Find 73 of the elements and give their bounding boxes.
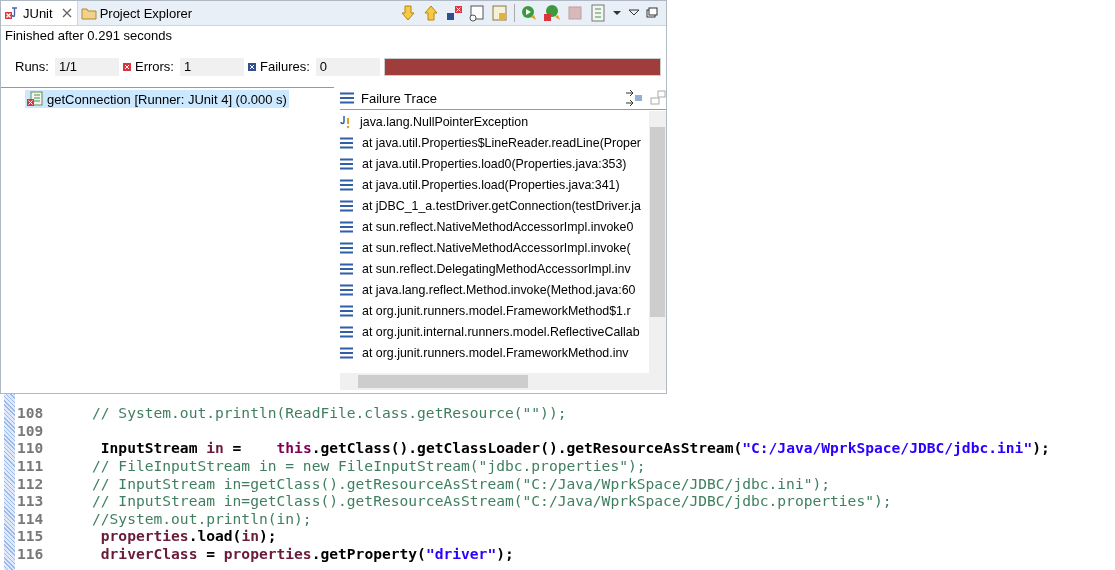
- stack-frame-icon: [340, 178, 354, 191]
- stack-frame-icon: [340, 325, 354, 338]
- trace-line: at sun.reflect.DelegatingMethodAccessorImpl.inv: [362, 261, 631, 276]
- close-icon[interactable]: [61, 8, 72, 18]
- line-number: 112: [17, 474, 45, 492]
- stack-frame-icon: [340, 304, 354, 317]
- dropdown-caret-icon[interactable]: [612, 8, 622, 18]
- rerun-icon[interactable]: [520, 4, 538, 22]
- trace-line: at org.junit.runners.model.FrameworkMethod.inv: [362, 345, 629, 360]
- line-number: 109: [17, 421, 45, 439]
- counter-value: 1: [179, 57, 244, 76]
- stack-frame-icon: [340, 262, 354, 275]
- trace-line: java.lang.NullPointerException: [360, 114, 529, 129]
- minimize-icon[interactable]: [646, 7, 658, 19]
- code-line: // FileInputStream in = new FileInputStream("jdbc.properties");: [92, 457, 646, 475]
- stop-icon[interactable]: [566, 4, 584, 22]
- junit-error-icon: [4, 5, 20, 21]
- line-number: 110: [17, 439, 45, 457]
- folder-icon: [80, 5, 97, 21]
- counter-label: Runs:: [15, 59, 49, 74]
- trace-line: at java.util.Properties.load0(Properties.java:353): [362, 156, 627, 171]
- test-item[interactable]: getConnection [Runner: JUnit 4] (0.000 s): [25, 90, 289, 108]
- stack-frame-icon: [340, 157, 354, 170]
- stack-frame-icon: [340, 199, 354, 212]
- trace-line: at jDBC_1_a.testDriver.getConnection(testDriver.ja: [362, 198, 641, 213]
- trace-line: at org.junit.internal.runners.model.ReflectiveCallab: [362, 324, 640, 339]
- stack-frame-icon: [340, 241, 354, 254]
- counter-label: Errors:: [134, 59, 174, 74]
- line-number: 114: [17, 509, 45, 527]
- error-icon: [122, 62, 131, 71]
- stack-frame-icon: [340, 220, 354, 233]
- test-error-icon: [27, 91, 43, 107]
- line-number: 108: [17, 404, 45, 422]
- vertical-scrollbar[interactable]: [649, 111, 666, 373]
- stack-icon: [340, 92, 354, 104]
- previous-failure-icon[interactable]: [422, 4, 440, 22]
- view-tab[interactable]: JUnit: [1, 1, 78, 25]
- code-line: driverClass = properties.getProperty("driver");: [99, 545, 514, 563]
- stack-frame-icon: [340, 136, 354, 149]
- line-number: 113: [17, 492, 45, 510]
- line-number: 116: [17, 545, 45, 563]
- status-text: Finished after 0.291 seconds: [4, 27, 173, 45]
- filter-stack-icon[interactable]: [625, 90, 643, 106]
- trace-line: at sun.reflect.NativeMethodAccessorImpl.invoke0: [362, 219, 634, 234]
- exception-icon: [340, 114, 352, 129]
- counter-label: Failures:: [259, 59, 310, 74]
- code-line: properties.load(in);: [99, 527, 277, 545]
- counter-value: 0: [315, 57, 380, 76]
- trace-line: at sun.reflect.NativeMethodAccessorImpl.invoke(: [362, 240, 631, 255]
- trace-line: at org.junit.runners.model.FrameworkMethod$1.r: [362, 303, 631, 318]
- trace-line: at java.lang.reflect.Method.invoke(Method.java:60: [362, 282, 636, 297]
- code-line: // System.out.println(ReadFile.class.getResource(""));: [92, 404, 567, 422]
- next-failure-icon[interactable]: [399, 4, 417, 22]
- failure-trace-title: Failure Trace: [361, 90, 437, 106]
- line-number: 111: [17, 457, 45, 475]
- stack-frame-icon: [340, 346, 354, 359]
- view-menu-icon[interactable]: [627, 8, 641, 18]
- trace-line: at java.util.Properties.load(Properties.java:341): [362, 177, 620, 192]
- code-line: // InputStream in=getClass().getResourceAsStream("C:/Java/WprkSpace/JDBC/jdbc.properties");: [92, 492, 892, 510]
- failures-only-icon[interactable]: [445, 4, 463, 22]
- failure-icon: [247, 62, 256, 71]
- history-icon[interactable]: [589, 4, 607, 22]
- horizontal-scrollbar[interactable]: [340, 373, 666, 390]
- code-line: // InputStream in=getClass().getResourceAsStream("C:/Java/WprkSpace/JDBC/jdbc.ini");: [92, 474, 831, 492]
- compare-icon[interactable]: [650, 90, 666, 106]
- counter-value: 1/1: [54, 57, 119, 76]
- stack-frame-icon: [340, 283, 354, 296]
- view-tab[interactable]: Project Explorer: [77, 1, 198, 25]
- trace-line: at java.util.Properties$LineReader.readLine(Proper: [362, 135, 641, 150]
- line-number: 115: [17, 527, 45, 545]
- code-line: InputStream in = this.getClass().getClassLoader().getResourceAsStream("C:/Java/WprkSpace/JDBC/jdbc.ini");: [99, 439, 1050, 457]
- code-line: //System.out.println(in);: [92, 509, 312, 527]
- rerun-failed-icon[interactable]: [543, 4, 561, 22]
